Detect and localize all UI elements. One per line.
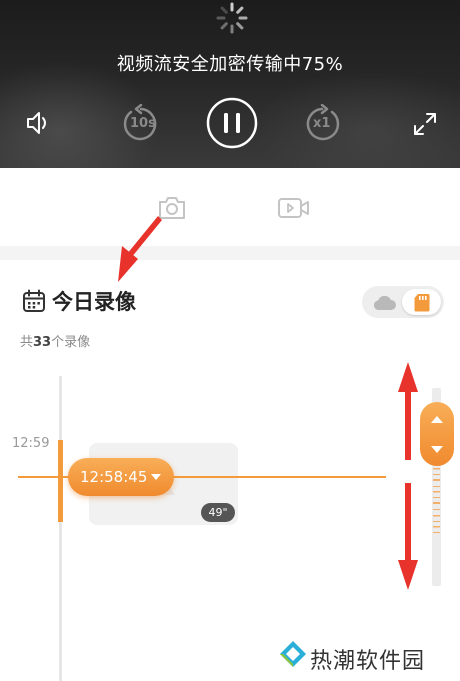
- zoom-in-icon[interactable]: [431, 415, 443, 423]
- recordings-count: 共33个录像: [20, 331, 90, 350]
- timeline-hour-label: 12:59: [12, 436, 50, 451]
- toggle-knob: [402, 289, 441, 315]
- timeline-axis[interactable]: [59, 376, 62, 681]
- rewind-label: 10s: [130, 116, 156, 131]
- fullscreen-button[interactable]: [412, 111, 438, 137]
- record-button[interactable]: [277, 196, 311, 224]
- stream-status-text: 视频流安全加密传输中75%: [116, 54, 344, 75]
- zoom-out-icon[interactable]: [431, 446, 443, 454]
- speed-label: x1: [313, 116, 331, 131]
- watermark-logo: [280, 641, 306, 667]
- action-toolbar: [0, 168, 460, 246]
- playhead-time: 12:58:45: [80, 468, 148, 486]
- volume-button[interactable]: [24, 109, 54, 137]
- annotation-arrow-up: [398, 362, 418, 460]
- playhead-time-selector[interactable]: 12:58:45: [68, 458, 174, 496]
- pause-button[interactable]: [206, 97, 258, 149]
- section-divider: [0, 246, 460, 260]
- recording-marks: [433, 462, 440, 533]
- timeline-zoom-control[interactable]: [420, 402, 454, 466]
- recorded-segment: [58, 440, 63, 522]
- count-prefix: 共: [20, 335, 34, 350]
- video-record-icon: [278, 198, 309, 218]
- rewind-10s-button[interactable]: 10s: [121, 104, 161, 144]
- annotation-arrow-down: [398, 483, 418, 590]
- cloud-icon[interactable]: [371, 294, 397, 311]
- video-player[interactable]: 视频流安全加密传输中75% 10s x1: [0, 0, 460, 168]
- watermark-text: 热潮软件园: [310, 649, 426, 674]
- screenshot-button[interactable]: [157, 195, 187, 225]
- sd-card-icon: [414, 294, 430, 312]
- recordings-title: 今日录像: [52, 290, 136, 314]
- count-value: 33: [33, 335, 52, 350]
- pause-icon: [206, 97, 258, 149]
- loading-spinner-icon: [216, 2, 248, 34]
- count-suffix: 个录像: [51, 335, 91, 350]
- clip-duration-badge: 49": [201, 503, 235, 522]
- speed-button[interactable]: x1: [302, 104, 342, 144]
- camera-icon: [159, 197, 185, 219]
- caret-down-icon: [151, 474, 161, 480]
- fullscreen-icon: [414, 113, 436, 135]
- volume-icon: [27, 112, 46, 134]
- storage-source-toggle[interactable]: [362, 286, 444, 318]
- calendar-icon: [23, 289, 45, 312]
